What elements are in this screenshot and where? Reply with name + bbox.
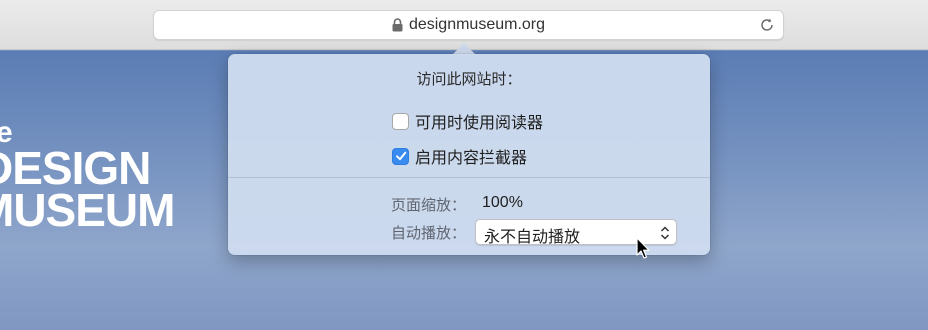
reader-option-label[interactable]: 可用时使用阅读器 [415,109,543,133]
popover-title: 访问此网站时： [416,71,522,88]
lock-icon [392,18,403,32]
up-down-chevron-icon [660,226,670,240]
mouse-cursor-icon [636,237,650,259]
address-bar[interactable]: designmuseum.org [153,10,784,40]
content-blocker-label[interactable]: 启用内容拦截器 [415,144,527,168]
logo-line-2: DESIGN [0,142,151,194]
checkmark-icon [395,151,406,161]
autoplay-select-value: 永不自动播放 [484,229,581,246]
logo-line-3: MUSEUM [0,184,175,236]
address-center: designmuseum.org [154,11,783,39]
design-museum-logo[interactable]: e DESIGN MUSEUM [0,118,175,236]
content-blocker-checkbox[interactable] [392,147,409,165]
page-zoom-label: 页面缩放： [390,197,466,214]
website-settings-popover: 访问此网站时： 可用时使用阅读器 启用内容拦截器 页面缩放： 100% 自动播放… [228,54,710,255]
popover-divider [228,177,710,178]
url-text[interactable]: designmuseum.org [409,16,545,34]
page-zoom-value[interactable]: 100% [482,194,523,212]
reader-checkbox[interactable] [392,112,409,130]
reload-icon[interactable] [759,17,775,33]
reader-option[interactable]: 可用时使用阅读器 [392,109,543,133]
content-blocker-option[interactable]: 启用内容拦截器 [392,144,527,168]
autoplay-label: 自动播放： [390,225,466,242]
